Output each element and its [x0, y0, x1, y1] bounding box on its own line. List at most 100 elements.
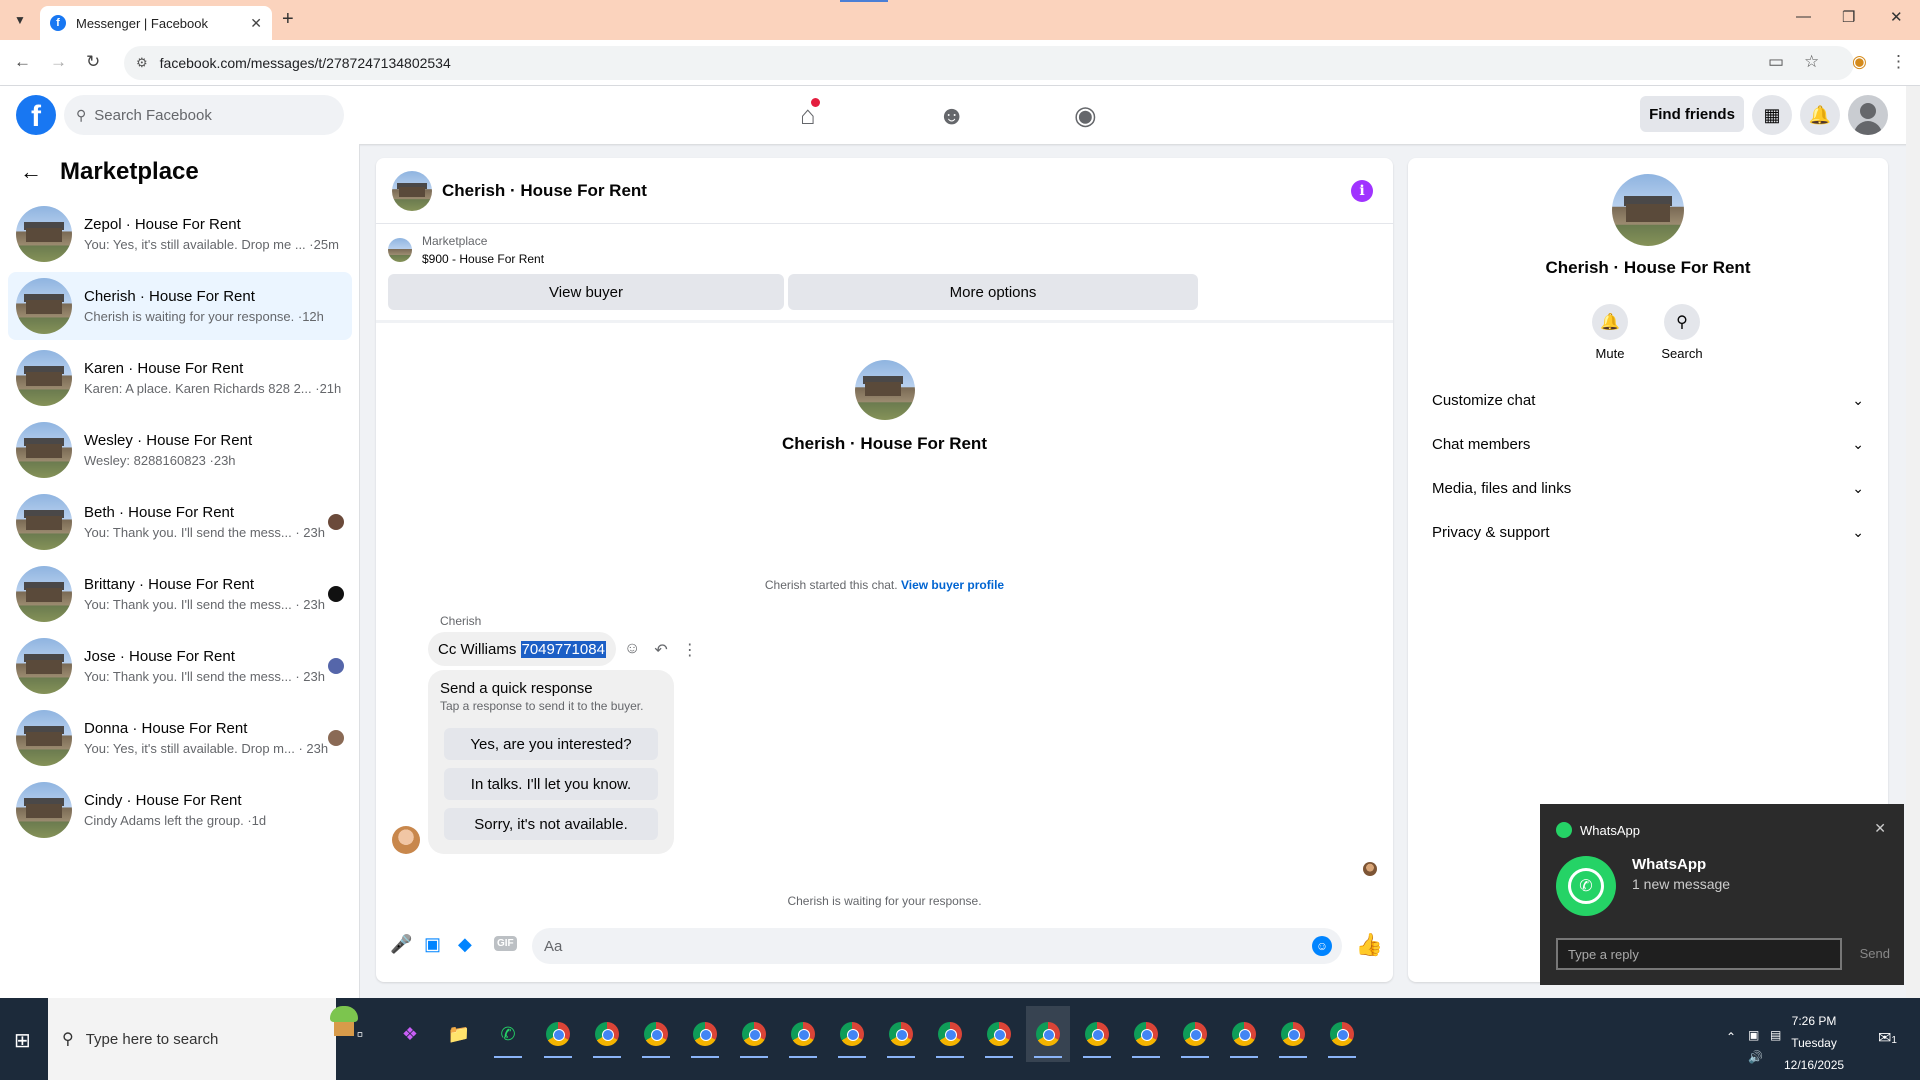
- tray-chevron-up-icon[interactable]: ⌃: [1726, 1030, 1736, 1044]
- volume-icon[interactable]: 🔊: [1748, 1050, 1763, 1064]
- groups-icon[interactable]: ◉: [1074, 100, 1097, 131]
- chrome-taskbar-icon[interactable]: [689, 1018, 721, 1050]
- task-view-icon[interactable]: ▫: [344, 1018, 376, 1050]
- chrome-taskbar-icon[interactable]: [1277, 1018, 1309, 1050]
- chrome-taskbar-icon[interactable]: [542, 1018, 574, 1050]
- chrome-taskbar-icon[interactable]: [591, 1018, 623, 1050]
- browser-tab[interactable]: f Messenger | Facebook ✕: [40, 6, 272, 40]
- whatsapp-taskbar-icon[interactable]: ✆: [492, 1018, 524, 1050]
- minimize-icon[interactable]: —: [1796, 8, 1811, 25]
- listing-row[interactable]: Marketplace $900 - House For Rent: [388, 232, 544, 268]
- network-icon[interactable]: ▤: [1770, 1028, 1781, 1042]
- taskbar-search[interactable]: ⚲ Type here to search: [48, 998, 358, 1080]
- view-buyer-profile-link[interactable]: View buyer profile: [901, 578, 1004, 592]
- reply-icon[interactable]: ↶: [654, 640, 667, 660]
- chrome-taskbar-icon[interactable]: [1326, 1018, 1358, 1050]
- bookmark-star-icon[interactable]: ☆: [1804, 52, 1819, 72]
- notifications-bell-icon[interactable]: 🔔: [1800, 95, 1840, 135]
- sticker-icon[interactable]: ◆: [458, 934, 472, 955]
- restore-icon[interactable]: ❐: [1842, 8, 1855, 26]
- message-bubble[interactable]: Cc Williams 7049771084: [428, 632, 616, 666]
- menu-grid-icon[interactable]: ▦: [1752, 95, 1792, 135]
- selected-phone-number[interactable]: 7049771084: [520, 640, 606, 658]
- chrome-taskbar-icon[interactable]: [934, 1018, 966, 1050]
- chevron-down-icon: ⌄: [1852, 479, 1864, 496]
- meet-now-icon[interactable]: ▣: [1748, 1028, 1759, 1042]
- close-icon[interactable]: ✕: [1874, 820, 1886, 837]
- more-options-button[interactable]: More options: [788, 274, 1198, 310]
- system-clock[interactable]: 7:26 PM Tuesday 12/16/2025: [1784, 1010, 1844, 1076]
- chrome-taskbar-icon[interactable]: [983, 1018, 1015, 1050]
- chrome-taskbar-icon[interactable]: [1130, 1018, 1162, 1050]
- chrome-taskbar-icon[interactable]: [1179, 1018, 1211, 1050]
- find-friends-button[interactable]: Find friends: [1640, 96, 1744, 132]
- more-icon[interactable]: ⋮: [682, 640, 698, 660]
- emoji-icon[interactable]: ☺: [1312, 936, 1332, 956]
- chrome-taskbar-icon[interactable]: [1032, 1018, 1064, 1050]
- close-window-icon[interactable]: ✕: [1890, 8, 1903, 26]
- toast-reply-input[interactable]: Type a reply: [1556, 938, 1842, 970]
- chrome-taskbar-icon[interactable]: [787, 1018, 819, 1050]
- chrome-taskbar-icon[interactable]: [836, 1018, 868, 1050]
- url-field[interactable]: ⚙ facebook.com/messages/t/27872471348025…: [124, 46, 1854, 80]
- conversation-item[interactable]: Karen · House For Rent Karen: A place. Ka…: [8, 344, 352, 412]
- search-conversation-button[interactable]: ⚲ Search: [1652, 304, 1712, 361]
- site-info-icon[interactable]: ⚙: [136, 55, 148, 71]
- back-arrow-icon[interactable]: ←: [20, 159, 42, 185]
- media-files-row[interactable]: Media, files and links ⌄: [1424, 466, 1872, 510]
- gif-icon[interactable]: GIF: [494, 936, 517, 951]
- chrome-taskbar-icon[interactable]: [1228, 1018, 1260, 1050]
- file-explorer-icon[interactable]: 📁: [443, 1018, 475, 1050]
- quick-response-title: Send a quick response: [440, 680, 593, 697]
- copilot-icon[interactable]: ❖: [394, 1018, 426, 1050]
- notification-center-icon[interactable]: ✉1: [1878, 1028, 1897, 1048]
- chat-title[interactable]: Cherish · House For Rent: [442, 181, 647, 201]
- facebook-logo-icon[interactable]: f: [16, 95, 56, 135]
- conversation-item[interactable]: Wesley · House For Rent Wesley: 828816082…: [8, 416, 352, 484]
- customize-chat-row[interactable]: Customize chat ⌄: [1424, 378, 1872, 422]
- install-app-icon[interactable]: ▭: [1768, 52, 1784, 72]
- chat-avatar[interactable]: [392, 170, 432, 211]
- page-scrollbar[interactable]: [1906, 86, 1920, 998]
- like-icon[interactable]: 👍: [1356, 932, 1383, 958]
- chrome-taskbar-icon[interactable]: [1081, 1018, 1113, 1050]
- conversation-item[interactable]: Beth · House For Rent You: Thank you. I'l…: [8, 488, 352, 556]
- windows-start-icon[interactable]: ⊞: [14, 1028, 31, 1053]
- chrome-taskbar-icon[interactable]: [885, 1018, 917, 1050]
- sender-avatar[interactable]: [392, 826, 420, 854]
- conversation-item[interactable]: Cindy · House For Rent Cindy Adams left t…: [8, 776, 352, 844]
- facebook-search-input[interactable]: ⚲ Search Facebook: [64, 95, 344, 135]
- conversation-item[interactable]: Jose · House For Rent You: Thank you. I'l…: [8, 632, 352, 700]
- quick-response-interested[interactable]: Yes, are you interested?: [444, 728, 658, 760]
- close-tab-icon[interactable]: ✕: [250, 15, 262, 32]
- account-avatar[interactable]: [1848, 95, 1888, 135]
- privacy-support-row[interactable]: Privacy & support ⌄: [1424, 510, 1872, 554]
- conversation-item[interactable]: Brittany · House For Rent You: Thank you.…: [8, 560, 352, 628]
- react-icon[interactable]: ☺: [624, 640, 640, 660]
- tab-search-icon[interactable]: ▼: [8, 8, 32, 32]
- chrome-taskbar-icon[interactable]: [640, 1018, 672, 1050]
- chrome-taskbar-icon[interactable]: [738, 1018, 770, 1050]
- view-buyer-button[interactable]: View buyer: [388, 274, 784, 310]
- conversation-item[interactable]: Cherish · House For Rent Cherish is waiti…: [8, 272, 352, 340]
- home-icon[interactable]: ⌂: [800, 98, 820, 131]
- quick-response-in-talks[interactable]: In talks. I'll let you know.: [444, 768, 658, 800]
- whatsapp-notification[interactable]: WhatsApp ✕ ✆ WhatsApp 1 new message Type…: [1540, 804, 1904, 985]
- microphone-icon[interactable]: 🎤: [390, 934, 412, 955]
- back-icon[interactable]: ←: [14, 52, 31, 72]
- friends-icon[interactable]: ☻: [938, 100, 965, 131]
- info-icon[interactable]: i: [1351, 180, 1373, 202]
- new-tab-icon[interactable]: +: [282, 8, 294, 31]
- forward-icon[interactable]: →: [50, 52, 67, 72]
- photo-icon[interactable]: ▣: [424, 934, 441, 955]
- mute-button[interactable]: 🔔 Mute: [1580, 304, 1640, 361]
- browser-menu-icon[interactable]: ⋮: [1890, 52, 1907, 72]
- message-input[interactable]: Aa ☺: [532, 928, 1342, 964]
- quick-response-not-available[interactable]: Sorry, it's not available.: [444, 808, 658, 840]
- reload-icon[interactable]: ↻: [86, 52, 100, 72]
- profile-icon[interactable]: ◉: [1852, 52, 1867, 72]
- conversation-item[interactable]: Zepol · House For Rent You: Yes, it's sti…: [8, 200, 352, 268]
- toast-send-button[interactable]: Send: [1860, 946, 1890, 961]
- conversation-item[interactable]: Donna · House For Rent You: Yes, it's sti…: [8, 704, 352, 772]
- chat-members-row[interactable]: Chat members ⌄: [1424, 422, 1872, 466]
